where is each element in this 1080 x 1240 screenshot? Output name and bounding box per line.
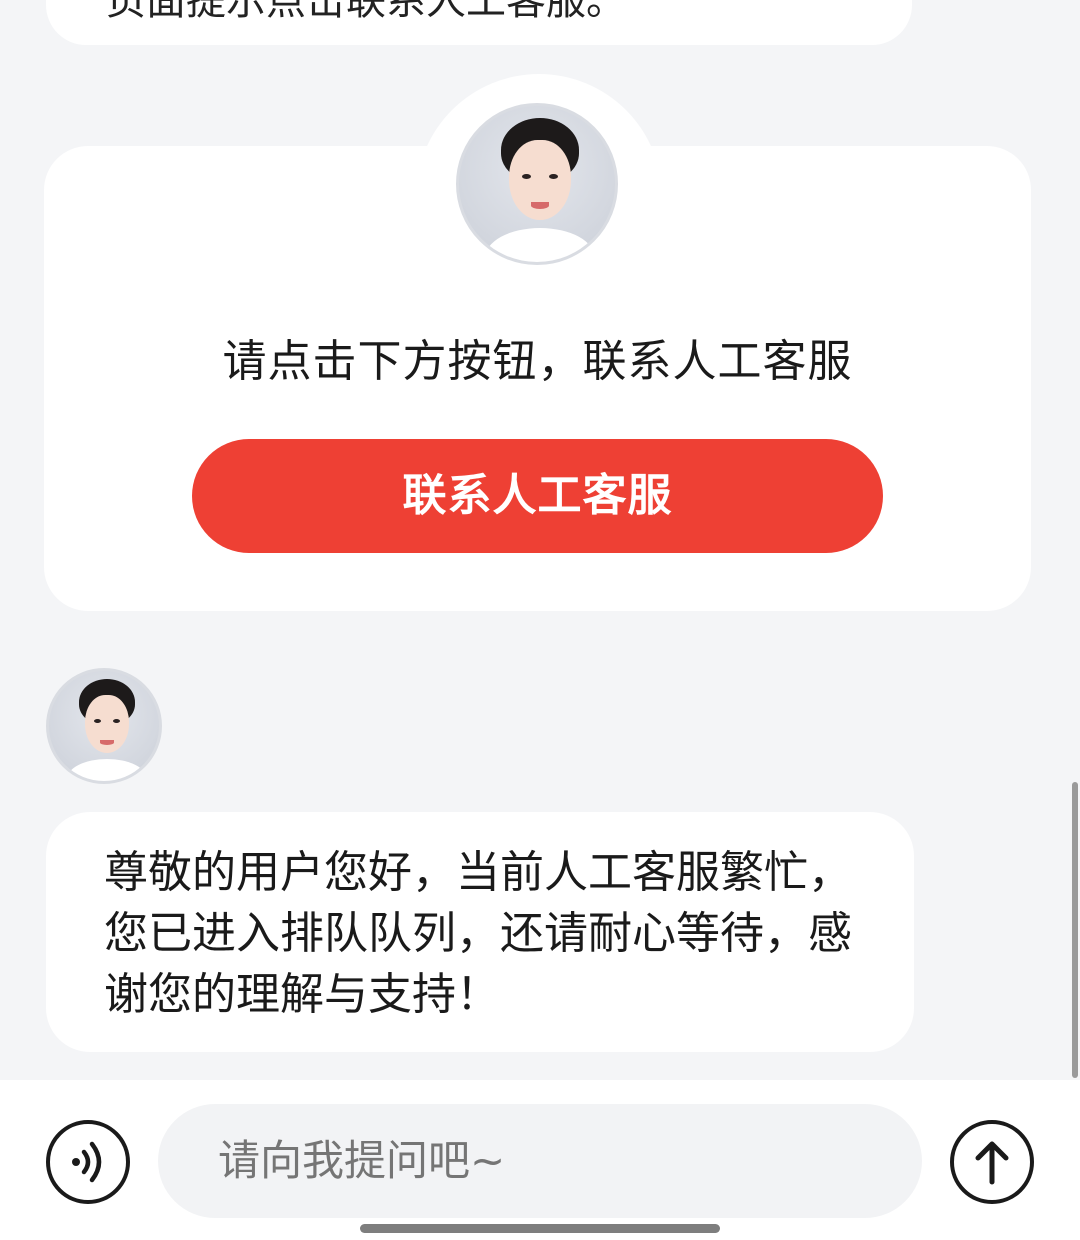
- agent-avatar-small: [46, 668, 162, 784]
- voice-icon: [72, 1141, 102, 1183]
- card-prompt-text: 请点击下方按钮，联系人工客服: [222, 336, 853, 387]
- send-button[interactable]: [950, 1120, 1034, 1204]
- home-indicator: [360, 1224, 720, 1233]
- arrow-up-icon: [975, 1141, 1009, 1185]
- agent-message-bubble: 尊敬的用户您好，当前人工客服繁忙，您已进入排队队列，还请耐心等待，感谢您的理解与…: [46, 812, 914, 1052]
- agent-avatar: [456, 103, 618, 265]
- agent-message-text: 尊敬的用户您好，当前人工客服繁忙，您已进入排队队列，还请耐心等待，感谢您的理解与…: [104, 847, 852, 1020]
- previous-message-bubble: 页面提示点击联系人工客服。: [46, 0, 912, 45]
- contact-agent-button[interactable]: 联系人工客服: [192, 439, 883, 553]
- question-input[interactable]: [158, 1104, 922, 1218]
- voice-button[interactable]: [46, 1120, 130, 1204]
- previous-message-text: 页面提示点击联系人工客服。: [106, 0, 626, 24]
- scrollbar[interactable]: [1072, 782, 1078, 1078]
